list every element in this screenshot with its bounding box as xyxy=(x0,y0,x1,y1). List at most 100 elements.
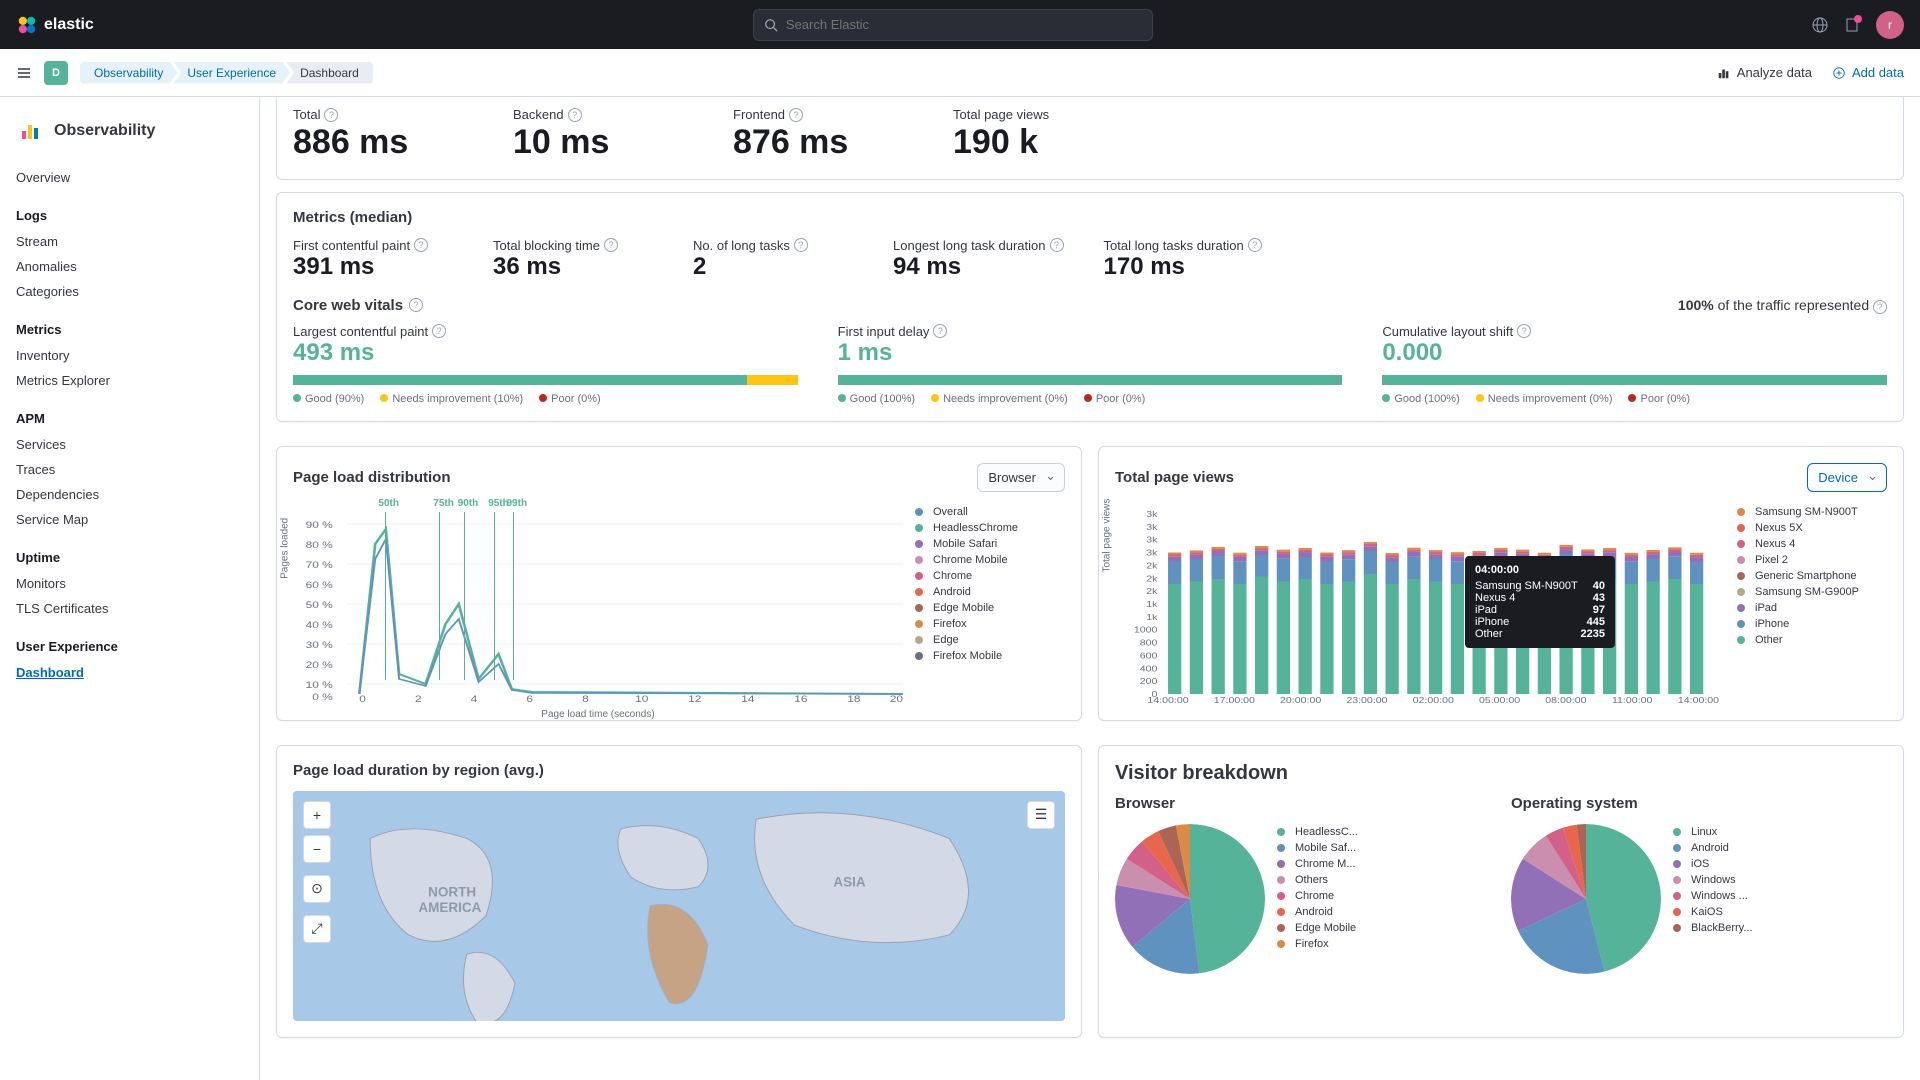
help-icon[interactable]: ? xyxy=(568,108,582,122)
legend-item[interactable]: HeadlessC... xyxy=(1277,824,1427,840)
legend-item[interactable]: Samsung SM-G900P xyxy=(1737,584,1887,600)
legend-item[interactable]: Android xyxy=(1673,840,1823,856)
legend-item[interactable]: Pixel 2 xyxy=(1737,552,1887,568)
total-page-views-title: Total page views xyxy=(1115,469,1234,486)
legend-item[interactable]: Edge xyxy=(915,632,1065,648)
nav-item-dashboard[interactable]: Dashboard xyxy=(16,660,243,685)
legend-item[interactable]: HeadlessChrome xyxy=(915,520,1065,536)
legend-item[interactable]: Firefox xyxy=(915,616,1065,632)
add-data-link[interactable]: Add data xyxy=(1832,65,1904,80)
svg-text:3k: 3k xyxy=(1146,522,1158,531)
news-icon[interactable] xyxy=(1844,17,1860,33)
help-icon[interactable]: ? xyxy=(1050,238,1064,252)
search-container xyxy=(94,9,1812,41)
legend-item[interactable]: Samsung SM-N900T xyxy=(1737,504,1887,520)
os-pie-chart[interactable] xyxy=(1511,824,1661,974)
legend-item[interactable]: Android xyxy=(1277,904,1427,920)
nav-item-service-map[interactable]: Service Map xyxy=(16,507,243,532)
help-icon[interactable]: ? xyxy=(409,298,423,312)
zoom-out-button[interactable]: − xyxy=(303,835,331,863)
legend-item[interactable]: Chrome M... xyxy=(1277,856,1427,872)
svg-text:2: 2 xyxy=(415,694,422,704)
locate-button[interactable]: ⊙ xyxy=(303,875,331,903)
nav-item-monitors[interactable]: Monitors xyxy=(16,571,243,596)
legend-item[interactable]: Firefox xyxy=(1277,936,1427,952)
svg-text:400: 400 xyxy=(1140,663,1158,672)
cwv-cumulative-layout-shift: Cumulative layout shift ? 0.000 Good (10… xyxy=(1382,324,1887,405)
nav-item-tls-certificates[interactable]: TLS Certificates xyxy=(16,596,243,621)
menu-toggle-icon[interactable] xyxy=(16,65,32,81)
legend-item[interactable]: Edge Mobile xyxy=(1277,920,1427,936)
svg-text:6: 6 xyxy=(526,694,533,704)
search-input[interactable] xyxy=(786,17,1142,32)
help-icon[interactable]: ? xyxy=(789,108,803,122)
nav-item-categories[interactable]: Categories xyxy=(16,279,243,304)
tooltip-row: iPhone445 xyxy=(1475,616,1605,628)
legend-item[interactable]: Windows xyxy=(1673,872,1823,888)
legend-item[interactable]: Windows ... xyxy=(1673,888,1823,904)
svg-text:16: 16 xyxy=(794,694,807,704)
svg-text:2k: 2k xyxy=(1146,573,1158,582)
browser-pie-chart[interactable] xyxy=(1115,824,1265,974)
global-search[interactable] xyxy=(753,9,1153,41)
legend-item[interactable]: Android xyxy=(915,584,1065,600)
user-avatar[interactable]: r xyxy=(1876,11,1904,39)
svg-text:0: 0 xyxy=(359,694,366,704)
nav-item-anomalies[interactable]: Anomalies xyxy=(16,254,243,279)
nav-item-inventory[interactable]: Inventory xyxy=(16,343,243,368)
device-select[interactable]: Device xyxy=(1807,463,1887,492)
nav-item-traces[interactable]: Traces xyxy=(16,457,243,482)
help-icon[interactable]: ? xyxy=(604,238,618,252)
legend-item[interactable]: Mobile Saf... xyxy=(1277,840,1427,856)
expand-button[interactable]: ⤢ xyxy=(303,915,331,943)
legend-item[interactable]: Others xyxy=(1277,872,1427,888)
legend-item[interactable]: Other xyxy=(1737,632,1887,648)
legend-item[interactable]: Overall xyxy=(915,504,1065,520)
analyze-data-link[interactable]: Analyze data xyxy=(1717,65,1812,80)
legend-item[interactable]: BlackBerry... xyxy=(1673,920,1823,936)
nav-item-metrics-explorer[interactable]: Metrics Explorer xyxy=(16,368,243,393)
svg-text:10: 10 xyxy=(635,694,648,704)
legend-item[interactable]: Chrome xyxy=(915,568,1065,584)
help-icon[interactable]: ? xyxy=(432,324,446,338)
help-icon[interactable]: ? xyxy=(1517,324,1531,338)
app-badge[interactable]: D xyxy=(44,61,68,85)
legend-item[interactable]: Nexus 4 xyxy=(1737,536,1887,552)
globe-icon[interactable] xyxy=(1812,17,1828,33)
total-page-views-chart[interactable]: Total page views 020040060080010001k1k2k… xyxy=(1115,504,1725,704)
legend-item[interactable]: Mobile Safari xyxy=(915,536,1065,552)
nav-item-stream[interactable]: Stream xyxy=(16,229,243,254)
legend-item[interactable]: iPhone xyxy=(1737,616,1887,632)
legend-item[interactable]: Generic Smartphone xyxy=(1737,568,1887,584)
legend-item[interactable]: Chrome xyxy=(1277,888,1427,904)
help-icon[interactable]: ? xyxy=(1873,300,1887,314)
brand-logo[interactable]: elastic xyxy=(16,14,94,36)
nav-item-dependencies[interactable]: Dependencies xyxy=(16,482,243,507)
help-icon[interactable]: ? xyxy=(1248,238,1262,252)
help-icon[interactable]: ? xyxy=(324,108,338,122)
breadcrumb-observability[interactable]: Observability xyxy=(80,62,177,84)
legend-item[interactable]: iPad xyxy=(1737,600,1887,616)
legend-item[interactable]: Chrome Mobile xyxy=(915,552,1065,568)
svg-text:80 %: 80 % xyxy=(306,540,333,550)
nav-item-services[interactable]: Services xyxy=(16,432,243,457)
legend-item[interactable]: Linux xyxy=(1673,824,1823,840)
legend-item[interactable]: iOS xyxy=(1673,856,1823,872)
breadcrumb-user-experience[interactable]: User Experience xyxy=(173,62,290,84)
help-icon[interactable]: ? xyxy=(933,324,947,338)
legend-item[interactable]: Edge Mobile xyxy=(915,600,1065,616)
legend-item[interactable]: KaiOS xyxy=(1673,904,1823,920)
legend-item[interactable]: Firefox Mobile xyxy=(915,648,1065,664)
legend-item[interactable]: Nexus 5X xyxy=(1737,520,1887,536)
browser-select[interactable]: Browser xyxy=(977,463,1065,492)
map-layers-button[interactable]: ☰ xyxy=(1027,801,1055,829)
help-icon[interactable]: ? xyxy=(794,238,808,252)
svg-text:08:00:00: 08:00:00 xyxy=(1545,695,1586,704)
observability-icon xyxy=(16,117,44,145)
svg-text:30 %: 30 % xyxy=(306,640,333,650)
nav-overview[interactable]: Overview xyxy=(16,165,243,190)
page-load-dist-chart[interactable]: Pages loaded 90 % 80 % 70 % 60 % 50 % 40… xyxy=(293,504,903,704)
zoom-in-button[interactable]: + xyxy=(303,801,331,829)
world-map[interactable]: NORTH AMERICA ASIA + − ⊙ ⤢ ☰ xyxy=(293,791,1065,1021)
help-icon[interactable]: ? xyxy=(414,238,428,252)
